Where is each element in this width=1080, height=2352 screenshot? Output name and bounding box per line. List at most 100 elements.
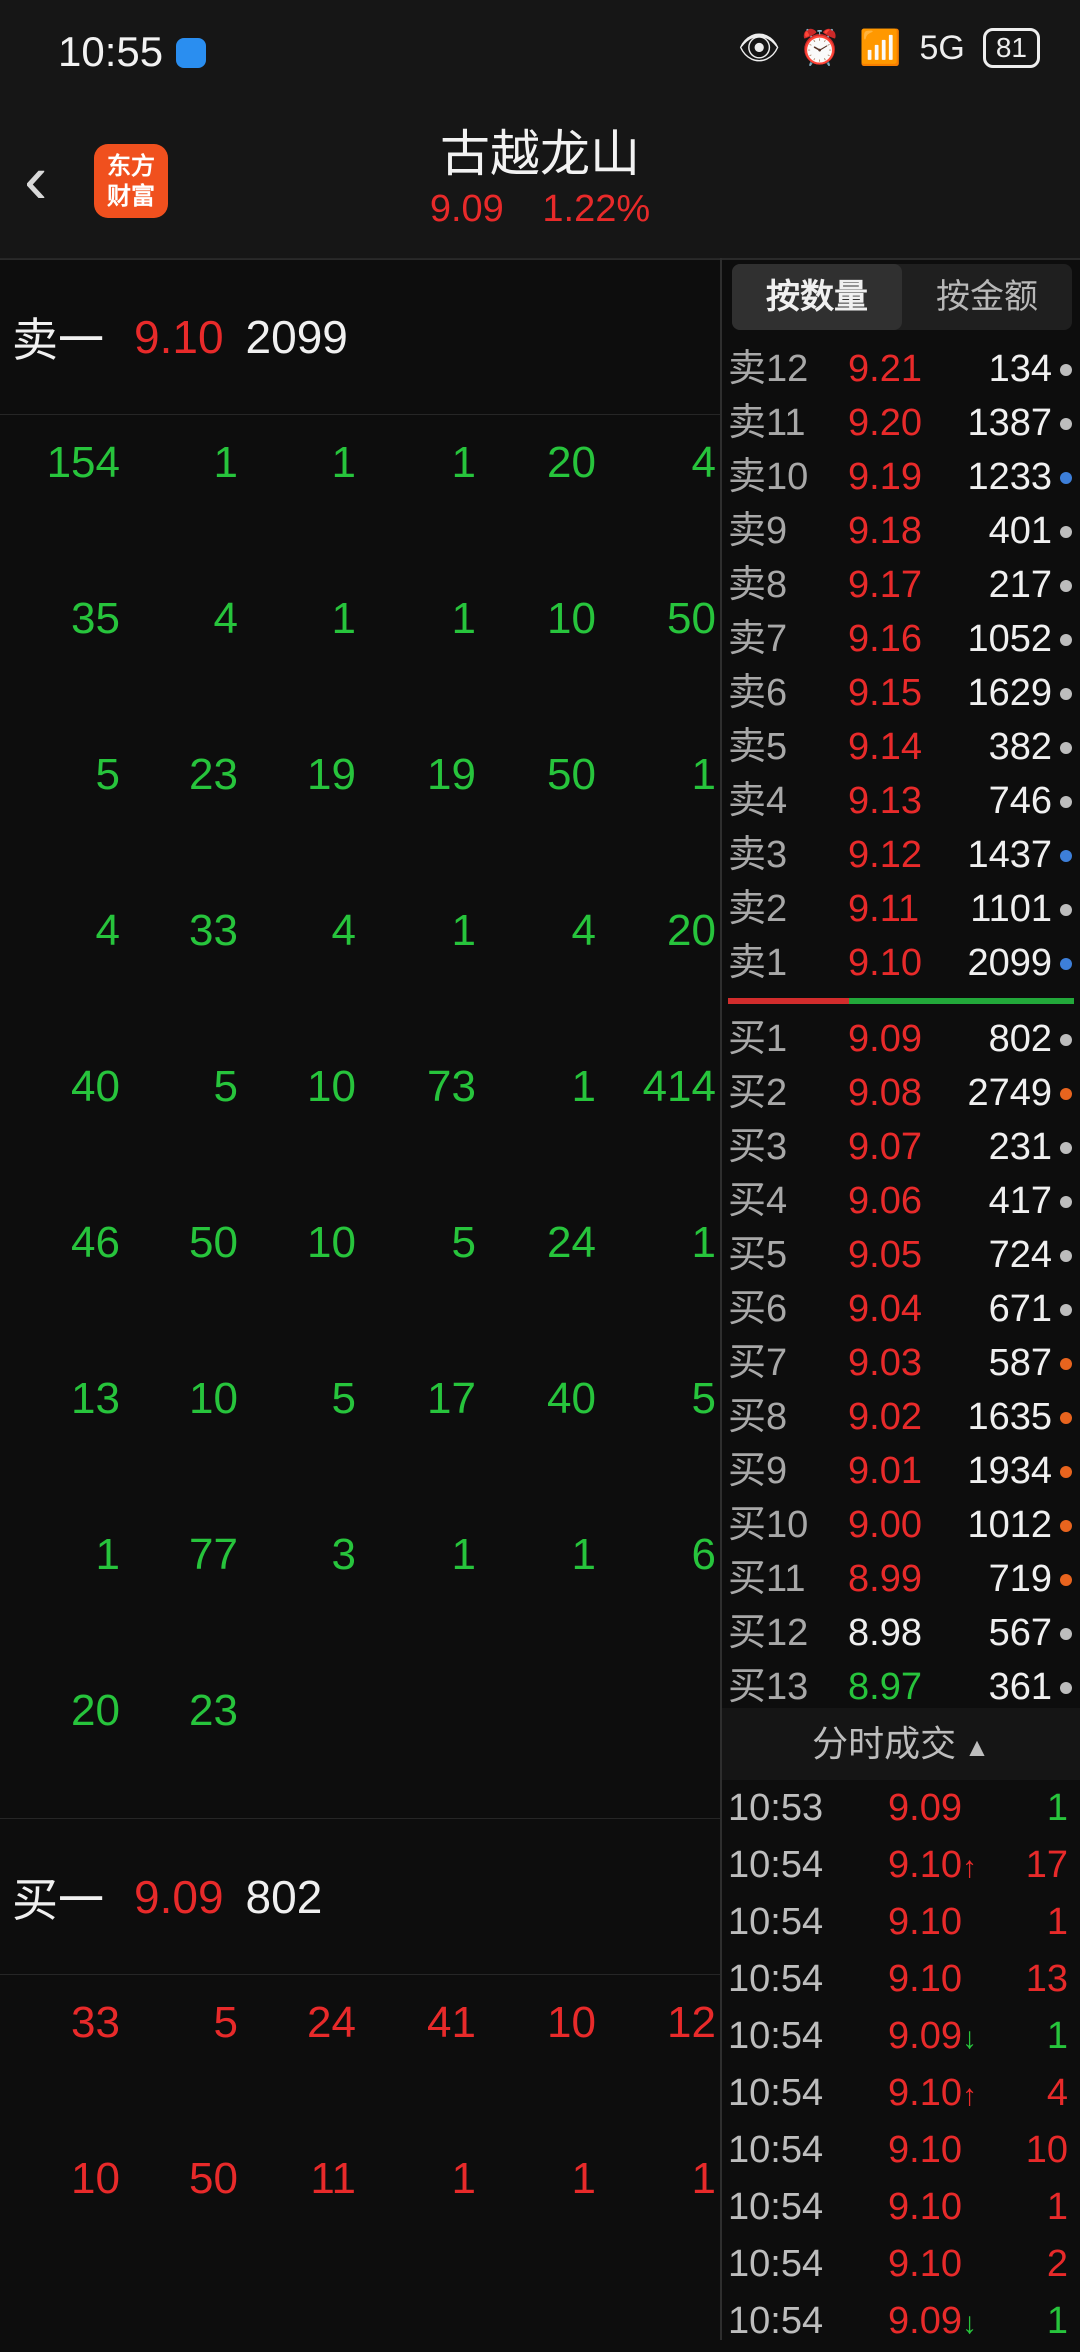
queue-row: 1 77 3 1 1 6 — [0, 1530, 720, 1590]
bid-row[interactable]: 买2 9.08 2749 — [728, 1066, 1074, 1120]
bid-row[interactable]: 买8 9.02 1635 — [728, 1390, 1074, 1444]
queue-row: 154 1 1 1 20 4 — [0, 438, 720, 498]
tab-by-amount[interactable]: 按金额 — [902, 264, 1072, 330]
queue-cell: 10 — [547, 1998, 596, 2047]
level-label: 卖10 — [728, 456, 809, 498]
queue-cell: 77 — [189, 1530, 238, 1579]
queue-cell: 35 — [71, 594, 120, 643]
level-volume: 724 — [988, 1234, 1052, 1276]
bid-row[interactable]: 买4 9.06 417 — [728, 1174, 1074, 1228]
order-dot-icon — [1060, 1358, 1072, 1370]
order-dot-icon — [1060, 526, 1072, 538]
bid-row[interactable]: 买7 9.03 587 — [728, 1336, 1074, 1390]
ask-row[interactable]: 卖2 9.11 1101 — [728, 882, 1074, 936]
bid-row[interactable]: 买6 9.04 671 — [728, 1282, 1074, 1336]
trade-time: 10:54 — [728, 1958, 824, 2000]
trades-header[interactable]: 分时成交 ▲ — [722, 1708, 1080, 1780]
queue-cell: 19 — [427, 750, 476, 799]
ask-row[interactable]: 卖9 9.18 401 — [728, 504, 1074, 558]
trade-row: 10:54 9.10 13 — [728, 1951, 1074, 2007]
queue-cell: 1 — [571, 1062, 596, 1111]
trade-time: 10:54 — [728, 1844, 824, 1886]
trade-row: 10:54 9.10 10 — [728, 2122, 1074, 2178]
queue-cell: 1 — [571, 1530, 596, 1579]
trade-volume: 1 — [1046, 2015, 1068, 2057]
queue-cell: 20 — [71, 1686, 120, 1735]
level-label: 卖7 — [728, 618, 788, 660]
level-price: 9.19 — [848, 456, 922, 498]
queue-cell: 1 — [691, 1218, 716, 1267]
bid-row[interactable]: 买1 9.09 802 — [728, 1012, 1074, 1066]
bid-row[interactable]: 买12 8.98 567 — [728, 1606, 1074, 1660]
order-dot-icon — [1060, 418, 1072, 430]
level-volume: 587 — [988, 1342, 1052, 1384]
bid-row[interactable]: 买9 9.01 1934 — [728, 1444, 1074, 1498]
queue-cell: 50 — [189, 1218, 238, 1267]
price-line: 9.09 1.22% — [0, 188, 1080, 231]
bid-row[interactable]: 买10 9.00 1012 — [728, 1498, 1074, 1552]
order-book-panel: 按数量 按金额 卖12 9.21 134 卖11 9.20 1387 卖10 9.19 1233… — [722, 258, 1080, 2342]
queue-cell: 5 — [691, 1374, 716, 1423]
bid-row[interactable]: 买5 9.05 724 — [728, 1228, 1074, 1282]
trade-price: 9.09↓ — [888, 2300, 977, 2342]
ask-row[interactable]: 卖11 9.20 1387 — [728, 396, 1074, 450]
stock-header: ‹ 东方 财富 古越龙山 9.09 1.22% — [0, 100, 1080, 260]
queue-cell: 23 — [189, 750, 238, 799]
level-volume: 417 — [988, 1180, 1052, 1222]
trade-price: 9.10 — [888, 1901, 962, 1943]
queue-cell: 1 — [213, 438, 238, 487]
order-dot-icon — [1060, 1142, 1072, 1154]
order-dot-icon — [1060, 742, 1072, 754]
level-label: 卖9 — [728, 510, 788, 552]
bid-row[interactable]: 买3 9.07 231 — [728, 1120, 1074, 1174]
queue-cell: 33 — [189, 906, 238, 955]
queue-cell: 4 — [95, 906, 120, 955]
queue-cell: 3 — [331, 1530, 356, 1579]
trade-volume: 1 — [1046, 2300, 1068, 2342]
ask-row[interactable]: 卖7 9.16 1052 — [728, 612, 1074, 666]
queue-cell: 6 — [691, 1530, 716, 1579]
ask-row[interactable]: 卖3 9.12 1437 — [728, 828, 1074, 882]
level-volume: 217 — [988, 564, 1052, 606]
level-volume: 1012 — [967, 1504, 1052, 1546]
level-label: 买11 — [728, 1558, 806, 1600]
trade-price: 9.09↓ — [888, 2015, 977, 2057]
queue-cell: 1 — [451, 594, 476, 643]
level-volume: 134 — [988, 348, 1052, 390]
level-volume: 1233 — [967, 456, 1052, 498]
queue-cell: 41 — [427, 1998, 476, 2047]
ask-row[interactable]: 卖8 9.17 217 — [728, 558, 1074, 612]
ask-row[interactable]: 卖5 9.14 382 — [728, 720, 1074, 774]
trade-volume: 1 — [1046, 2186, 1068, 2228]
trade-volume: 1 — [1046, 1901, 1068, 1943]
order-dot-icon — [1060, 688, 1072, 700]
ask-row[interactable]: 卖1 9.10 2099 — [728, 936, 1074, 990]
level-price: 9.14 — [848, 726, 922, 768]
order-dot-icon — [1060, 472, 1072, 484]
arrow-up-icon: ↑ — [961, 1851, 977, 1884]
order-dot-icon — [1060, 904, 1072, 916]
buy1-label: 买一 — [12, 1873, 104, 1926]
tab-by-quantity[interactable]: 按数量 — [732, 264, 902, 330]
status-bar: 10:55 👁 ⏰ 📶 5G 81 — [0, 0, 1080, 100]
level-volume: 2749 — [967, 1072, 1052, 1114]
level-volume: 2099 — [967, 942, 1052, 984]
stock-name: 古越龙山 — [440, 126, 640, 182]
ask-row[interactable]: 卖6 9.15 1629 — [728, 666, 1074, 720]
queue-cell: 50 — [189, 2154, 238, 2203]
level-volume: 361 — [988, 1666, 1052, 1708]
bid-row[interactable]: 买13 8.97 361 — [728, 1660, 1074, 1714]
ask-row[interactable]: 卖10 9.19 1233 — [728, 450, 1074, 504]
trade-price: 9.10 — [888, 2243, 962, 2285]
level-price: 9.07 — [848, 1126, 922, 1168]
level-label: 卖1 — [728, 942, 788, 984]
order-dot-icon — [1060, 1466, 1072, 1478]
order-dot-icon — [1060, 1520, 1072, 1532]
bid-row[interactable]: 买11 8.99 719 — [728, 1552, 1074, 1606]
order-dot-icon — [1060, 796, 1072, 808]
ask-row[interactable]: 卖12 9.21 134 — [728, 342, 1074, 396]
ask-row[interactable]: 卖4 9.13 746 — [728, 774, 1074, 828]
buy1-volume: 802 — [245, 1870, 323, 1923]
level-price: 9.10 — [848, 942, 922, 984]
level-volume: 671 — [988, 1288, 1052, 1330]
